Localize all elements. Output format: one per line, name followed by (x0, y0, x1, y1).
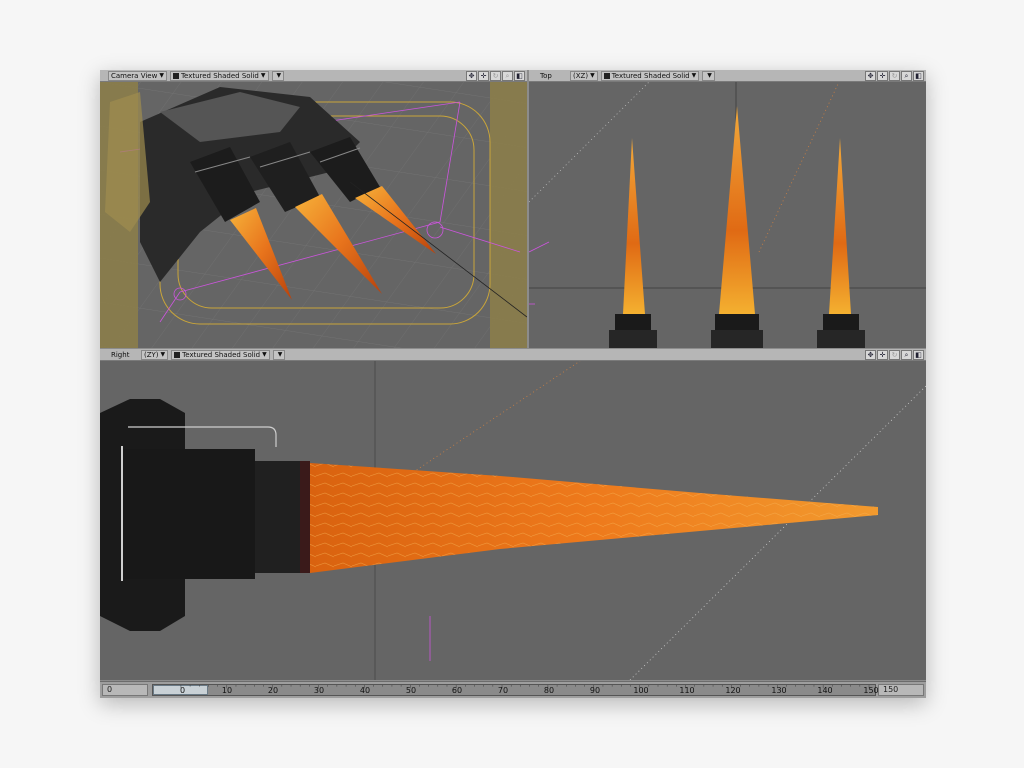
safe-area-right (490, 82, 527, 348)
chevron-down-icon: ▼ (691, 72, 697, 79)
options-dropdown[interactable]: ▼ (702, 70, 715, 81)
rotate-icon[interactable]: ↻ (889, 349, 900, 360)
nozzle-left-base (609, 330, 657, 348)
shading-mode-icon (603, 72, 610, 79)
chevron-down-icon: ▼ (590, 72, 595, 79)
flame-side-texture (310, 463, 878, 573)
shading-dropdown[interactable]: Textured Shaded Solid ▼ (171, 349, 270, 360)
timeline-tick-label: 80 (543, 686, 555, 695)
zoom-icon[interactable]: ⌕ (502, 70, 513, 81)
timeline-tick-label: 10 (221, 686, 233, 695)
camera-viewport[interactable]: Camera View ▼ Textured Shaded Solid ▼ ▼ ✥ … (100, 70, 527, 348)
timeline-tick-label: 150 (863, 686, 879, 695)
nozzle-right-base (817, 330, 865, 348)
end-frame-field[interactable]: 150 (878, 684, 924, 696)
maximize-icon[interactable]: ◧ (514, 70, 525, 81)
light-ray-dotted (399, 361, 581, 482)
options-dropdown[interactable]: ▼ (272, 349, 286, 360)
timeline-ticks (180, 685, 870, 689)
view-type-dropdown[interactable]: Top (537, 71, 567, 81)
rotate-icon[interactable]: ↻ (490, 70, 501, 81)
pan-icon[interactable]: ✛ (478, 70, 489, 81)
nozzle-center (715, 314, 759, 330)
shading-dropdown[interactable]: Textured Shaded Solid ▼ (169, 70, 269, 81)
maximize-icon[interactable]: ◧ (913, 349, 924, 360)
chevron-down-icon: ▼ (262, 351, 267, 358)
pan-icon[interactable]: ✛ (877, 70, 888, 81)
view-type-dropdown[interactable]: Camera View ▼ (108, 70, 167, 81)
nozzle-left (615, 314, 651, 330)
timeline-tick-label: 110 (679, 686, 695, 695)
timeline-tick-label: 60 (451, 686, 463, 695)
timeline-tick-label: 40 (359, 686, 371, 695)
right-viewport[interactable]: Right (ZY) ▼ Textured Shaded Solid ▼ ▼ ✥ ✛… (100, 349, 926, 680)
maximize-icon[interactable]: ◧ (913, 70, 924, 81)
axes-label: (XZ) (573, 71, 589, 80)
light-ray-dotted (758, 82, 840, 253)
view-type-label: Camera View (111, 71, 158, 80)
timeline-tick-label: 50 (405, 686, 417, 695)
camera-viewport-canvas[interactable] (100, 82, 527, 348)
zoom-icon[interactable]: ⌕ (901, 70, 912, 81)
flame-center-top (719, 106, 755, 314)
rotate-icon[interactable]: ↻ (889, 70, 900, 81)
engine-nozzle (255, 461, 305, 573)
engine-body (120, 449, 255, 579)
view-type-label: Right (111, 350, 130, 359)
viewport-header: Camera View ▼ Textured Shaded Solid ▼ ▼ ✥ … (100, 70, 527, 82)
timeline-track[interactable]: 0 10 20 30 40 50 60 70 80 90 100 110 120 130 140 150 (152, 684, 879, 696)
top-viewport[interactable]: Top (XZ) ▼ Textured Shaded Solid ▼ ▼ ✥ ✛ ↻… (529, 70, 926, 348)
axes-label: (ZY) (144, 350, 159, 359)
move-icon[interactable]: ✥ (466, 70, 477, 81)
move-icon[interactable]: ✥ (865, 70, 876, 81)
layout-window: Camera View ▼ Textured Shaded Solid ▼ ▼ ✥ … (100, 70, 926, 698)
timeline-tick-label: 70 (497, 686, 509, 695)
shading-mode-icon (172, 72, 179, 79)
timeline-tick-label: 120 (725, 686, 741, 695)
flame-right-top (829, 138, 851, 314)
timeline-tick-label: 20 (267, 686, 279, 695)
axes-dropdown[interactable]: (ZY) ▼ (141, 349, 169, 360)
viewport-header: Right (ZY) ▼ Textured Shaded Solid ▼ ▼ ✥ ✛… (100, 349, 926, 361)
chevron-down-icon: ▼ (277, 351, 283, 358)
timeline[interactable]: 0 0 10 20 30 40 50 60 70 80 90 100 110 120 130 140 150… (100, 681, 926, 698)
chevron-down-icon: ▼ (707, 72, 712, 79)
view-type-label: Top (540, 71, 552, 80)
top-viewport-canvas[interactable] (529, 82, 926, 348)
chevron-down-icon: ▼ (276, 72, 282, 79)
nozzle-center-base (711, 330, 763, 348)
nozzle-rim (300, 461, 310, 573)
view-type-dropdown[interactable]: Right (108, 350, 138, 360)
start-frame-field[interactable]: 0 (102, 684, 148, 696)
options-dropdown[interactable]: ▼ (271, 70, 285, 81)
zoom-icon[interactable]: ⌕ (901, 349, 912, 360)
shading-label: Textured Shaded Solid (180, 71, 259, 80)
timeline-tick-label: 90 (589, 686, 601, 695)
nozzle-right (823, 314, 859, 330)
chevron-down-icon: ▼ (260, 72, 266, 79)
chevron-down-icon: ▼ (160, 351, 166, 358)
selection-line (529, 241, 550, 253)
axes-dropdown[interactable]: (XZ) ▼ (570, 70, 598, 81)
viewport-header: Top (XZ) ▼ Textured Shaded Solid ▼ ▼ ✥ ✛ ↻… (529, 70, 926, 82)
timeline-tick-label: 140 (817, 686, 833, 695)
pan-icon[interactable]: ✛ (877, 349, 888, 360)
chevron-down-icon: ▼ (159, 72, 164, 79)
timeline-tick-label: 130 (771, 686, 787, 695)
shading-dropdown[interactable]: Textured Shaded Solid ▼ (600, 70, 700, 81)
timeline-tick-label: 100 (633, 686, 649, 695)
shading-label: Textured Shaded Solid (182, 350, 261, 359)
right-viewport-canvas[interactable] (100, 361, 926, 680)
shading-label: Textured Shaded Solid (611, 71, 690, 80)
flame-left-top (623, 138, 645, 314)
shading-mode-icon (174, 351, 181, 358)
timeline-tick-label: 30 (313, 686, 325, 695)
move-icon[interactable]: ✥ (865, 349, 876, 360)
